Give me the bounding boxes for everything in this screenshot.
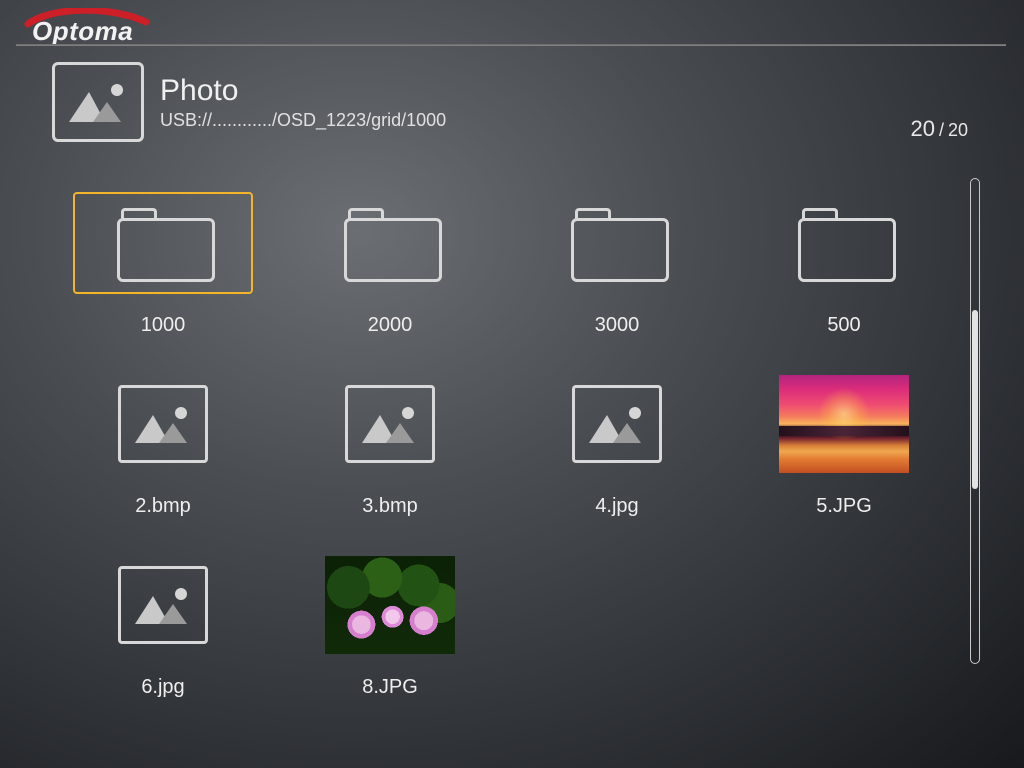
- grid-item-thumb: [73, 554, 253, 656]
- grid-item[interactable]: 4.jpg: [504, 373, 730, 518]
- grid-item[interactable]: 1000: [50, 192, 276, 337]
- folder-icon: [117, 208, 209, 278]
- grid-item[interactable]: 3000: [504, 192, 730, 337]
- folder-icon: [344, 208, 436, 278]
- grid-item[interactable]: 500: [731, 192, 957, 337]
- scrollbar-thumb[interactable]: [972, 310, 978, 489]
- brand-name: Optoma: [32, 16, 133, 47]
- file-grid: 1000 2000 3000 500 2.bmp 3.bmp 4.jpg 5.JP…: [50, 192, 958, 699]
- grid-item-thumb: [73, 192, 253, 294]
- section-header: Photo USB://............/OSD_1223/grid/1…: [52, 62, 984, 142]
- grid-item-thumb: [300, 192, 480, 294]
- page-total: 20: [948, 120, 968, 141]
- scrollbar[interactable]: [970, 178, 980, 664]
- grid-item[interactable]: 6.jpg: [50, 554, 276, 699]
- image-placeholder-icon: [572, 385, 662, 463]
- grid-item-thumb: [527, 373, 707, 475]
- header-divider: [16, 44, 1006, 46]
- image-placeholder-icon: [345, 385, 435, 463]
- grid-item-label: 3000: [595, 314, 640, 337]
- grid-item[interactable]: 2000: [277, 192, 503, 337]
- grid-item-thumb: [754, 192, 934, 294]
- page-current: 20: [910, 116, 934, 142]
- grid-item-thumb: [527, 192, 707, 294]
- grid-item[interactable]: 8.JPG: [277, 554, 503, 699]
- page-counter: 20 / 20: [910, 116, 968, 142]
- photo-icon: [52, 62, 144, 142]
- image-placeholder-icon: [118, 385, 208, 463]
- grid-item-label: 8.JPG: [362, 676, 418, 699]
- image-thumbnail: [325, 556, 455, 654]
- grid-item-label: 3.bmp: [362, 495, 418, 518]
- grid-item-label: 4.jpg: [595, 495, 638, 518]
- grid-item-label: 6.jpg: [141, 676, 184, 699]
- image-thumbnail: [779, 375, 909, 473]
- grid-item-thumb: [754, 373, 934, 475]
- page-sep: /: [939, 120, 944, 141]
- grid-item-label: 2.bmp: [135, 495, 191, 518]
- grid-item[interactable]: 2.bmp: [50, 373, 276, 518]
- page-title: Photo: [160, 74, 446, 108]
- grid-item[interactable]: 3.bmp: [277, 373, 503, 518]
- grid-item-thumb: [73, 373, 253, 475]
- grid-item-label: 2000: [368, 314, 413, 337]
- grid-item-thumb: [300, 554, 480, 656]
- grid-item-thumb: [300, 373, 480, 475]
- grid-item-label: 5.JPG: [816, 495, 872, 518]
- grid-item-label: 1000: [141, 314, 186, 337]
- grid-item-label: 500: [827, 314, 860, 337]
- breadcrumb: USB://............/OSD_1223/grid/1000: [160, 110, 446, 131]
- grid-item[interactable]: 5.JPG: [731, 373, 957, 518]
- folder-icon: [571, 208, 663, 278]
- folder-icon: [798, 208, 890, 278]
- image-placeholder-icon: [118, 566, 208, 644]
